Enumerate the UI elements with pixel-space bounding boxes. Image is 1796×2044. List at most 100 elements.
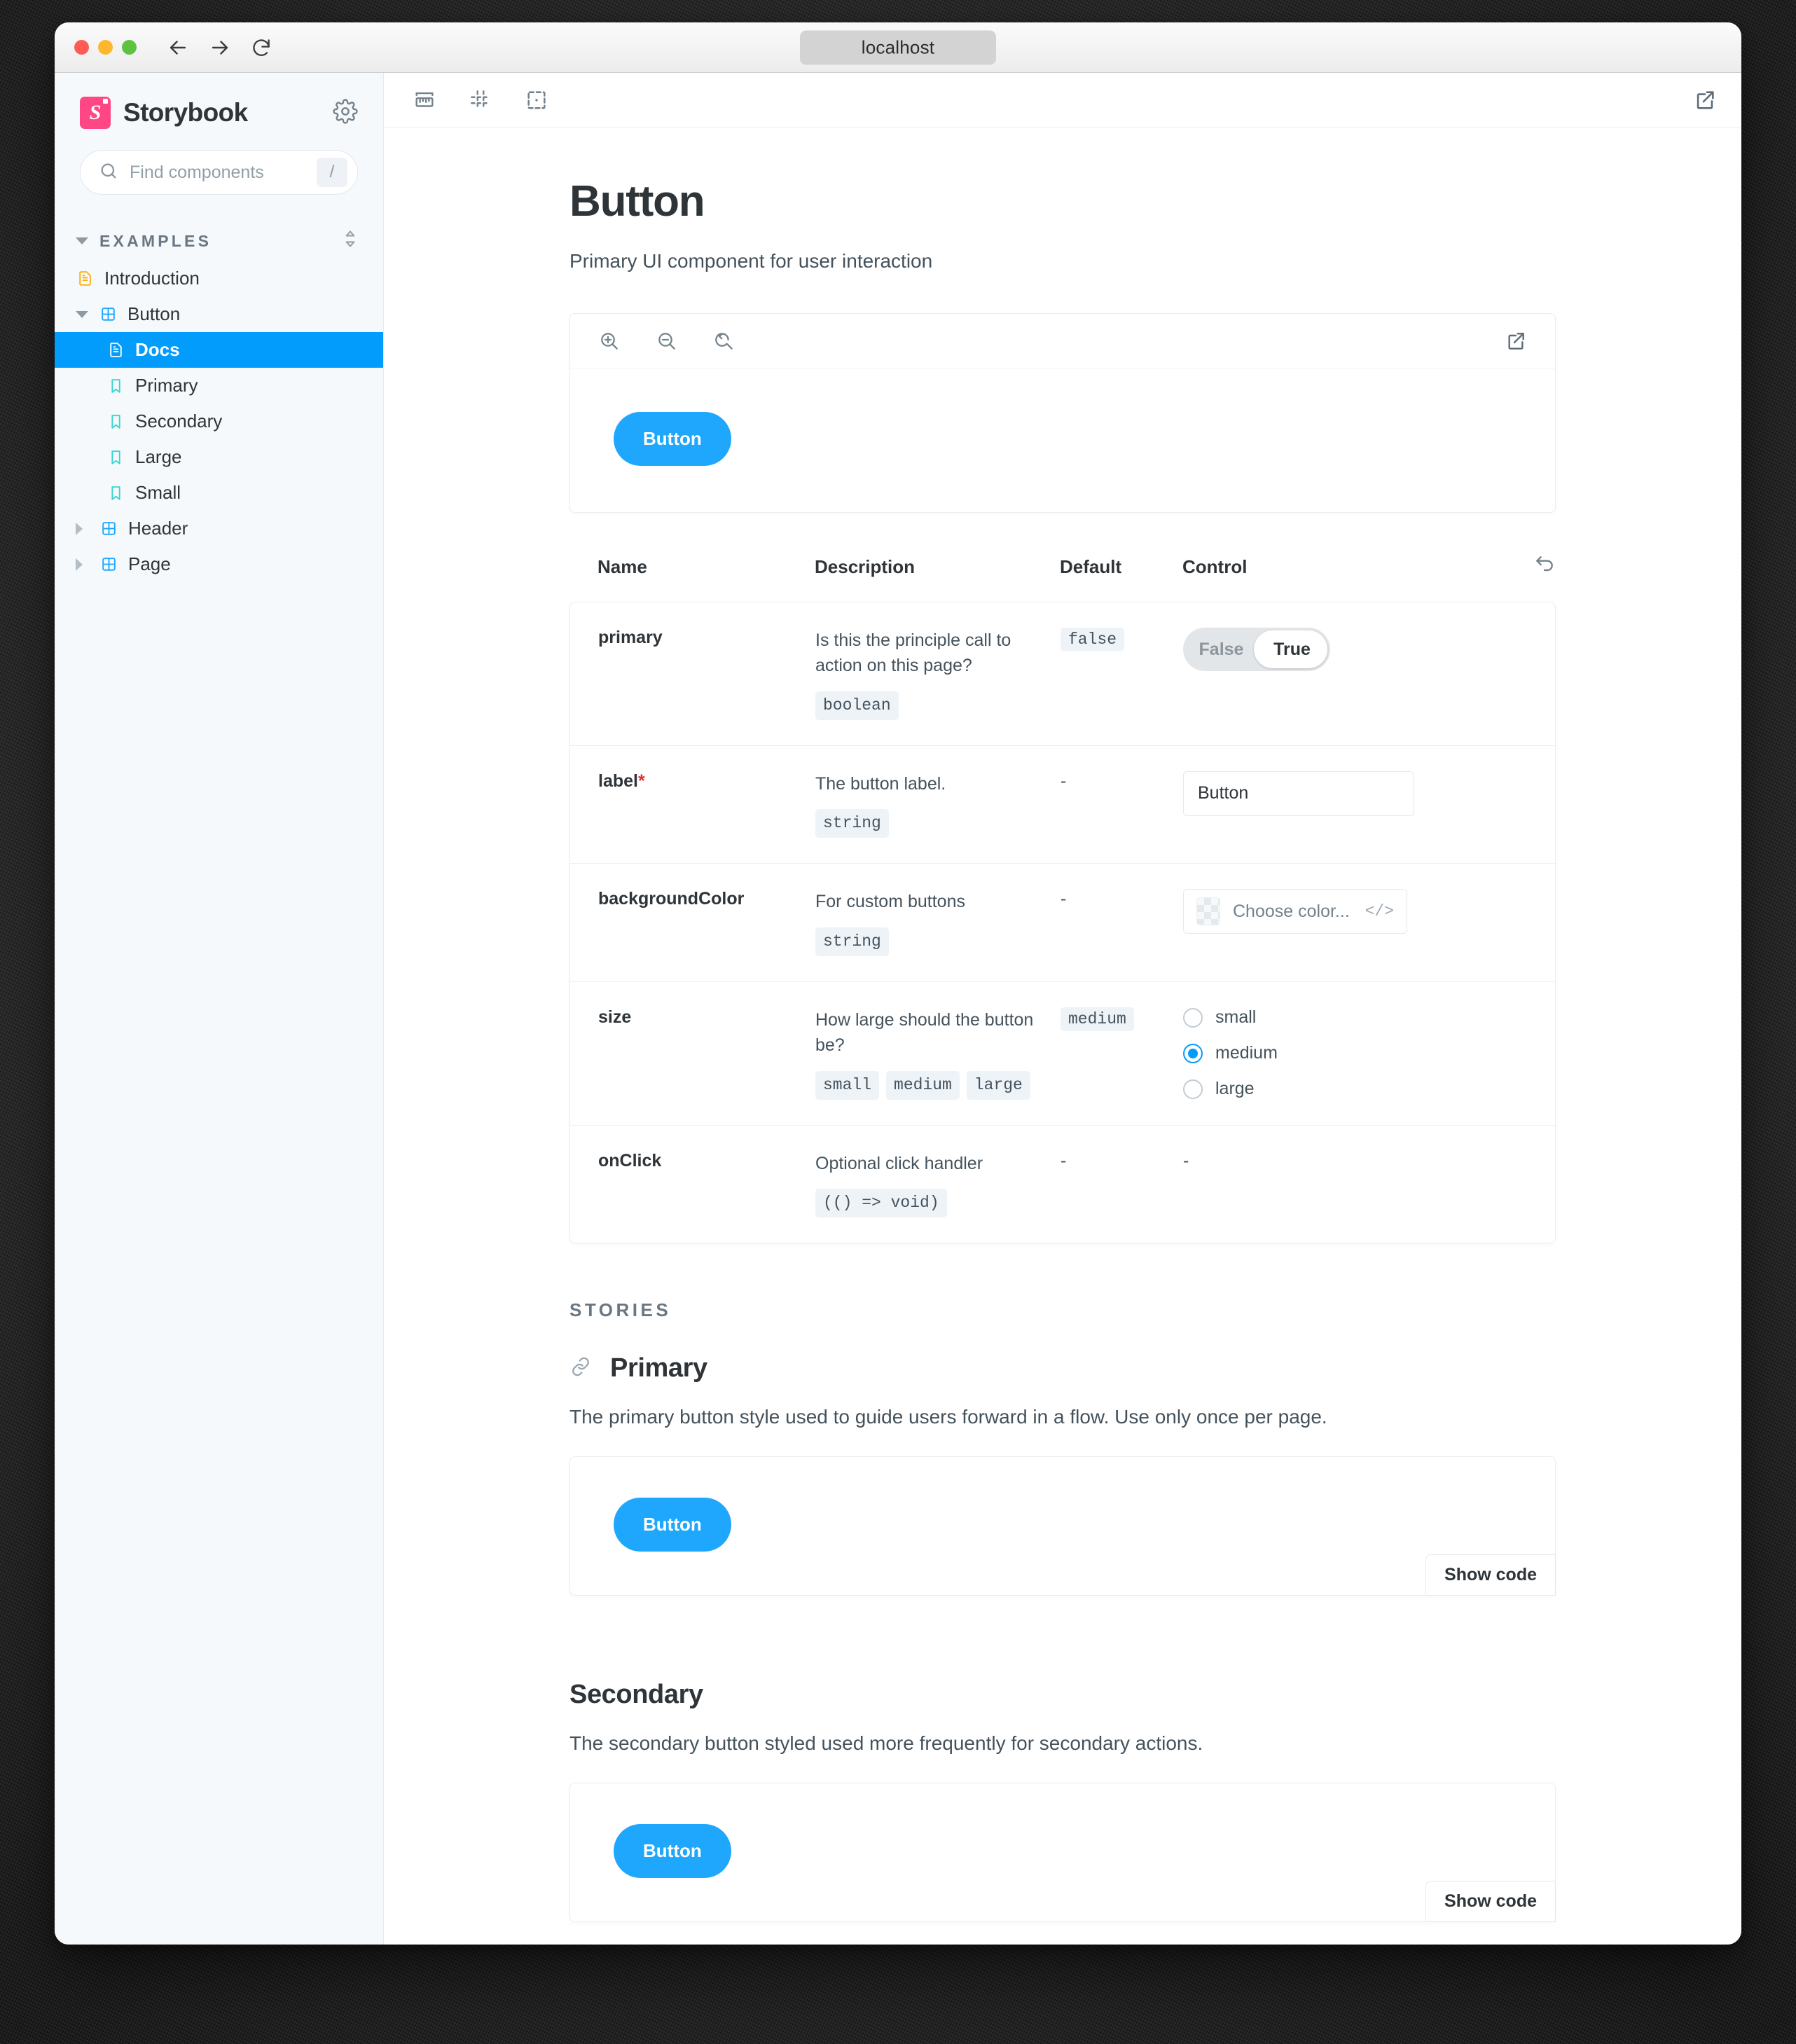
reload-icon[interactable] <box>250 36 272 59</box>
radio-label: medium <box>1215 1043 1278 1063</box>
show-code-button[interactable]: Show code <box>1425 1881 1556 1923</box>
column-header-default: Default <box>1060 556 1122 577</box>
sidebar-item-page[interactable]: Page <box>55 546 383 582</box>
browser-window: localhost S Storybook Find components / <box>55 22 1741 1945</box>
maximize-window-button[interactable] <box>122 40 137 55</box>
column-header-control: Control <box>1182 556 1248 577</box>
bookmark-icon <box>106 448 125 466</box>
reset-controls-button[interactable] <box>1460 553 1556 602</box>
args-table: Name Description Default Control <box>569 553 1556 602</box>
sort-icon[interactable] <box>343 228 358 254</box>
main-panel: Button Primary UI component for user int… <box>384 73 1741 1945</box>
minimize-window-button[interactable] <box>98 40 113 55</box>
story-demo-button[interactable]: Button <box>614 1498 731 1552</box>
bookmark-icon <box>106 413 125 430</box>
color-swatch-icon[interactable] <box>1196 897 1220 926</box>
brand-title: Storybook <box>123 98 248 127</box>
chevron-right-icon <box>76 522 89 535</box>
docs-scroll-area[interactable]: Button Primary UI component for user int… <box>384 127 1741 1945</box>
zoom-in-icon[interactable] <box>595 327 623 355</box>
component-icon <box>99 520 118 537</box>
outline-icon[interactable] <box>523 86 551 114</box>
toggle-option-true[interactable]: True <box>1257 630 1327 668</box>
table-row: label* The button label. string - Button <box>570 745 1555 864</box>
gear-icon[interactable] <box>333 98 358 127</box>
sidebar-item-docs[interactable]: Docs <box>55 332 383 368</box>
sidebar: S Storybook Find components / EXAMPLES I… <box>55 73 384 1945</box>
story-description: The secondary button styled used more fr… <box>569 1732 1203 1755</box>
table-row: size How large should the button be? sma… <box>570 981 1555 1126</box>
radio-icon <box>1183 1079 1203 1099</box>
preview-toolbar <box>570 314 1555 368</box>
tree-group-label: EXAMPLES <box>99 231 212 250</box>
component-preview: Button <box>569 313 1556 513</box>
boolean-toggle-control[interactable]: False True <box>1183 628 1330 671</box>
radio-option-small[interactable]: small <box>1183 1007 1527 1028</box>
story-heading-primary: Primary <box>569 1353 1556 1383</box>
grid-icon[interactable] <box>467 86 495 114</box>
radio-option-medium[interactable]: medium <box>1183 1043 1527 1063</box>
show-code-button[interactable]: Show code <box>1425 1554 1556 1596</box>
sidebar-item-secondary[interactable]: Secondary <box>55 403 383 439</box>
story-preview-primary: Button Show code <box>569 1456 1556 1596</box>
code-format-icon[interactable]: </> <box>1365 902 1394 920</box>
sidebar-item-header[interactable]: Header <box>55 511 383 546</box>
story-title: Primary <box>610 1353 707 1383</box>
radio-option-large[interactable]: large <box>1183 1079 1527 1099</box>
storybook-app: S Storybook Find components / EXAMPLES I… <box>55 73 1741 1945</box>
sidebar-item-primary[interactable]: Primary <box>55 368 383 403</box>
browser-titlebar: localhost <box>55 22 1741 73</box>
address-bar[interactable]: localhost <box>800 30 996 64</box>
label-text-value: Button <box>1198 783 1249 803</box>
tree-group-examples[interactable]: EXAMPLES <box>55 221 383 261</box>
forward-icon[interactable] <box>208 36 232 60</box>
zoom-reset-icon[interactable] <box>710 327 738 355</box>
arg-name: backgroundColor <box>598 889 745 909</box>
sidebar-item-large[interactable]: Large <box>55 439 383 475</box>
sidebar-item-small[interactable]: Small <box>55 475 383 511</box>
search-placeholder: Find components <box>130 162 264 182</box>
back-icon[interactable] <box>166 36 190 60</box>
color-placeholder: Choose color... <box>1233 901 1350 921</box>
color-picker-control[interactable]: Choose color... </> <box>1183 889 1407 934</box>
search-input[interactable]: Find components / <box>80 150 358 195</box>
arg-default: - <box>1061 1150 1067 1171</box>
arg-default: - <box>1061 771 1067 791</box>
sidebar-item-label: Small <box>135 482 181 503</box>
demo-button[interactable]: Button <box>614 412 731 466</box>
arg-name: size <box>598 1007 632 1028</box>
arg-description: For custom buttons <box>815 892 965 912</box>
arg-type-chip: boolean <box>815 691 899 720</box>
arg-description: Optional click handler <box>815 1153 983 1173</box>
browser-nav-buttons <box>166 36 272 60</box>
sidebar-item-label: Primary <box>135 375 198 396</box>
bookmark-icon <box>106 377 125 394</box>
sidebar-item-label: Secondary <box>135 410 223 431</box>
document-icon <box>76 270 94 287</box>
search-shortcut-badge: / <box>317 158 347 187</box>
sidebar-item-introduction[interactable]: Introduction <box>55 261 383 296</box>
sidebar-item-label: Page <box>128 553 171 574</box>
sidebar-item-button[interactable]: Button <box>55 296 383 332</box>
toggle-option-false[interactable]: False <box>1186 630 1257 668</box>
arg-description: How large should the button be? <box>815 1010 1034 1056</box>
page-title: Button <box>569 177 705 226</box>
close-window-button[interactable] <box>74 40 89 55</box>
label-text-control[interactable]: Button <box>1183 771 1414 816</box>
arg-type-chip: small <box>815 1070 880 1100</box>
component-icon <box>99 555 118 573</box>
preview-canvas: Button <box>570 368 1555 512</box>
open-in-new-icon[interactable] <box>1691 86 1719 114</box>
column-header-description: Description <box>815 555 916 577</box>
arg-type-chip: (() => void) <box>815 1189 947 1218</box>
arg-default: false <box>1061 628 1125 651</box>
story-demo-button[interactable]: Button <box>614 1824 731 1879</box>
column-header-name: Name <box>597 556 647 577</box>
window-controls <box>74 40 137 55</box>
zoom-out-icon[interactable] <box>653 327 681 355</box>
open-in-new-icon[interactable] <box>1502 327 1530 355</box>
link-icon[interactable] <box>569 1355 592 1381</box>
radio-icon-selected <box>1183 1043 1203 1063</box>
chevron-down-icon <box>76 237 88 244</box>
ruler-icon[interactable] <box>410 86 438 114</box>
